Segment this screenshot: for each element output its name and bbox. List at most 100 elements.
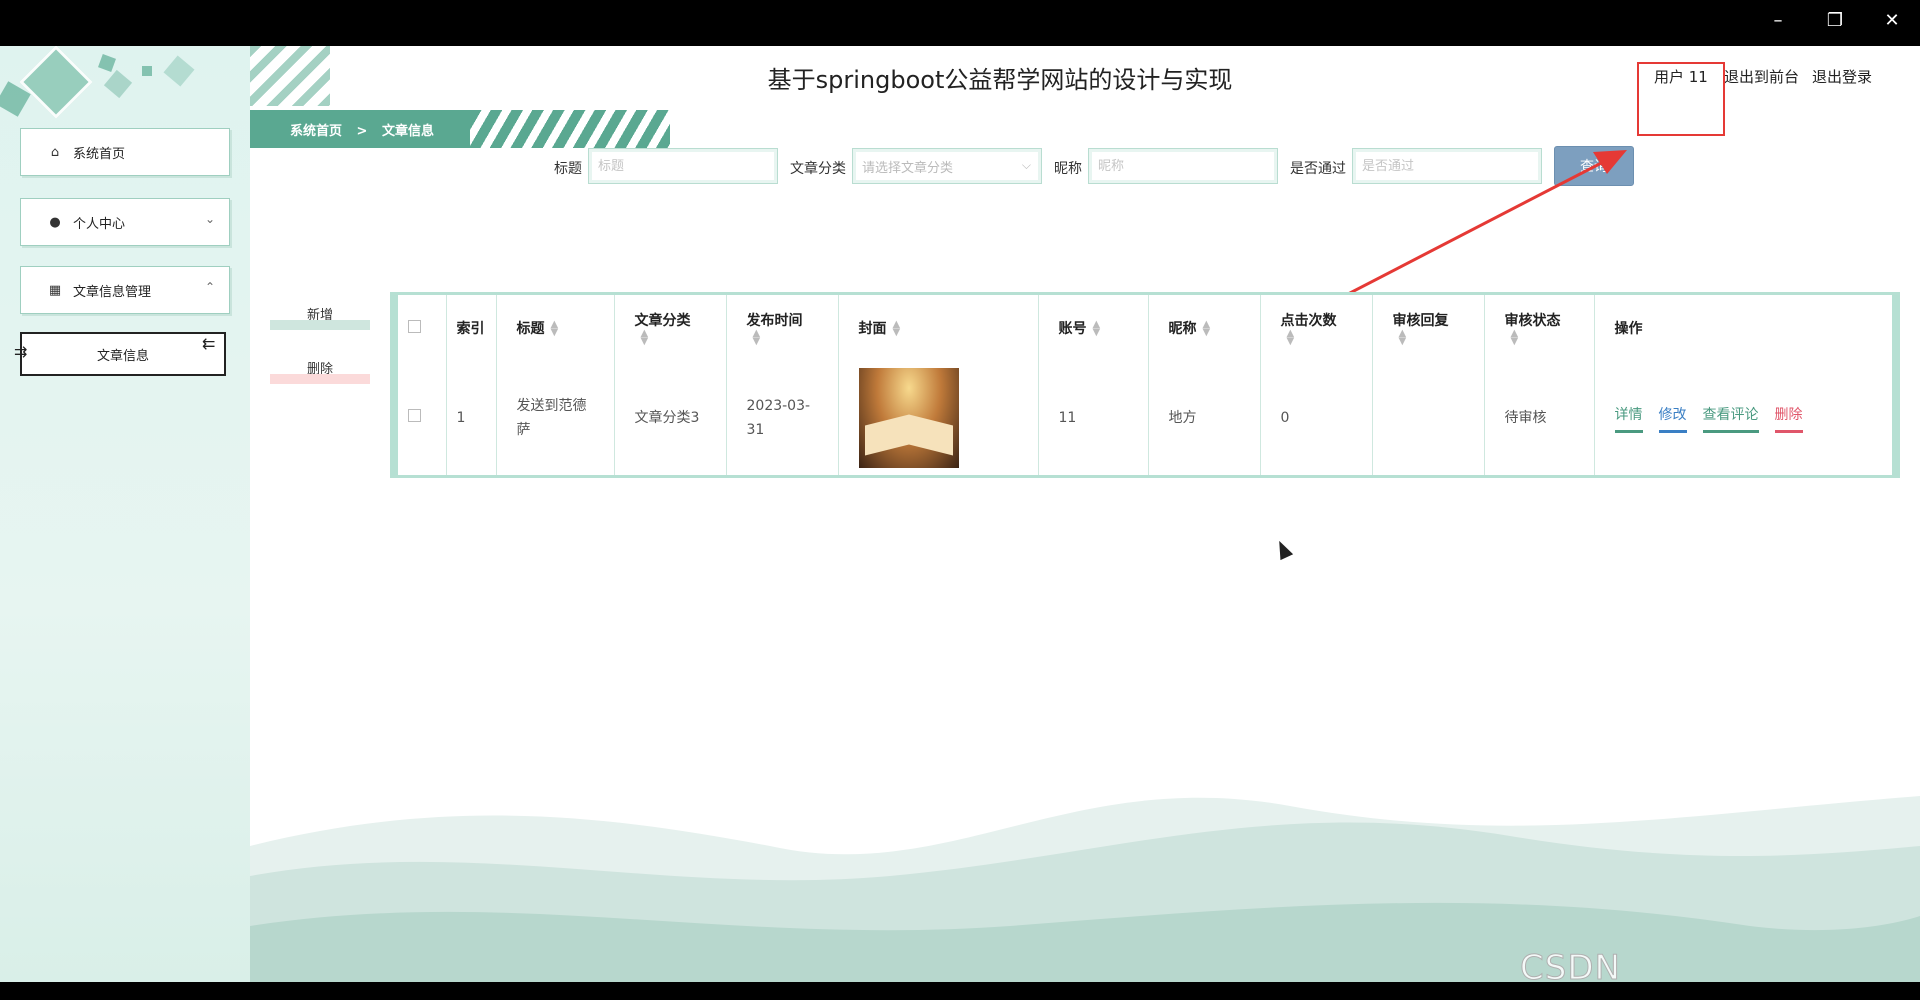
- col-clicks-label: 点击次数: [1280, 313, 1337, 329]
- sort-icon[interactable]: ▲ ▼: [551, 320, 559, 338]
- sidebar-item-label: 文章信息管理: [73, 284, 152, 300]
- nickname-filter-input[interactable]: [1088, 148, 1278, 184]
- select-all-checkbox[interactable]: [408, 319, 421, 333]
- decor-square: [142, 66, 152, 76]
- sort-icon[interactable]: ▲ ▼: [753, 329, 761, 347]
- cell-index: 1: [446, 361, 497, 475]
- sidebar-item-label: 个人中心: [73, 216, 126, 232]
- row-checkbox[interactable]: [408, 409, 421, 422]
- restore-icon[interactable]: ❐: [1815, 6, 1855, 36]
- add-button[interactable]: 新增: [270, 304, 370, 330]
- cell-review-reply: [1372, 361, 1485, 475]
- col-category-label: 文章分类: [634, 313, 691, 329]
- col-nickname[interactable]: 昵称 ▲ ▼: [1148, 295, 1261, 361]
- cell-category: 文章分类3: [614, 361, 727, 475]
- breadcrumb-decor: [470, 110, 670, 148]
- data-table: 索引 标题 ▲ ▼ 文章分类 ▲ ▼ 发布时间 ▲ ▼ 封面 ▲ ▼ 账号 ▲ ▼ 昵称 ▲ ▼ 点击次…: [390, 292, 1900, 478]
- decor-square: [163, 55, 195, 87]
- col-cover[interactable]: 封面 ▲ ▼: [838, 295, 1039, 361]
- category-placeholder: 请选择文章分类: [862, 160, 954, 176]
- logout-link[interactable]: 退出登录: [1812, 66, 1872, 87]
- close-icon[interactable]: ✕: [1872, 6, 1912, 36]
- grid-icon: ▦: [48, 282, 62, 298]
- col-ops: 操作: [1594, 295, 1892, 361]
- mouse-cursor-icon: [1272, 537, 1294, 561]
- delete-button-underline: [270, 374, 370, 384]
- arrow-left-icon: ⇇: [202, 334, 216, 353]
- delete-link[interactable]: 删除: [1774, 403, 1803, 433]
- sort-icon[interactable]: ▲ ▼: [1203, 320, 1211, 338]
- sidebar-item-personal-center[interactable]: ● 个人中心 ⌄: [20, 198, 230, 246]
- exit-to-front-link[interactable]: 退出到前台: [1724, 66, 1799, 87]
- col-publish-time-label: 发布时间: [746, 313, 803, 329]
- col-review-reply-label: 审核回复: [1392, 313, 1449, 329]
- cell-review-status: 待审核: [1484, 361, 1595, 475]
- user-icon: ●: [49, 214, 61, 230]
- category-filter-select[interactable]: 请选择文章分类 ⌵: [852, 148, 1042, 184]
- sort-icon[interactable]: ▲ ▼: [893, 320, 901, 338]
- header-decor-stripes: [250, 46, 330, 106]
- nickname-filter-label: 昵称: [1054, 161, 1082, 177]
- book-page-right: [908, 414, 953, 456]
- cell-clicks: 0: [1260, 361, 1373, 475]
- breadcrumb: 系统首页 > 文章信息: [290, 120, 444, 139]
- col-review-status-label: 审核状态: [1504, 313, 1561, 329]
- window-titlebar: – ❐ ✕: [0, 0, 1920, 46]
- sidebar-subitem-article-info[interactable]: 文章信息: [20, 332, 226, 376]
- table-header-row: 索引 标题 ▲ ▼ 文章分类 ▲ ▼ 发布时间 ▲ ▼ 封面 ▲ ▼ 账号 ▲ ▼ 昵称 ▲ ▼ 点击次…: [398, 295, 1892, 361]
- select-all-cell: [398, 295, 447, 361]
- table-row: 1 发送到范德萨 文章分类3 2023-03-31 11 地方 0 待审核 详情…: [398, 361, 1892, 475]
- col-account-label: 账号: [1058, 321, 1087, 337]
- view-comments-link[interactable]: 查看评论: [1702, 403, 1759, 433]
- sort-icon[interactable]: ▲ ▼: [1399, 329, 1407, 347]
- col-index: 索引: [446, 295, 497, 361]
- cover-image[interactable]: [858, 368, 959, 468]
- col-title[interactable]: 标题 ▲ ▼: [496, 295, 615, 361]
- col-cover-label: 封面: [858, 321, 887, 337]
- col-account[interactable]: 账号 ▲ ▼: [1038, 295, 1149, 361]
- breadcrumb-current: 文章信息: [381, 124, 434, 139]
- chevron-down-icon: ⌵: [1021, 158, 1031, 172]
- sort-icon[interactable]: ▲ ▼: [1287, 329, 1295, 347]
- arrow-right-icon: ⇉: [14, 342, 28, 361]
- detail-link[interactable]: 详情: [1614, 403, 1643, 433]
- decor-square: [103, 69, 133, 99]
- cell-title: 发送到范德萨: [496, 361, 615, 475]
- col-index-label: 索引: [456, 321, 485, 337]
- cell-cover: [838, 361, 1039, 475]
- cell-ops: 详情 修改 查看评论 删除: [1594, 361, 1892, 475]
- col-clicks[interactable]: 点击次数 ▲ ▼: [1260, 295, 1373, 361]
- col-title-label: 标题: [516, 321, 545, 337]
- cell-publish-time: 2023-03-31: [726, 361, 839, 475]
- sort-icon[interactable]: ▲ ▼: [1093, 320, 1101, 338]
- col-review-reply[interactable]: 审核回复 ▲ ▼: [1372, 295, 1485, 361]
- title-filter-input[interactable]: [588, 148, 778, 184]
- sidebar-item-home[interactable]: ⌂ 系统首页: [20, 128, 230, 176]
- row-select-cell: [398, 361, 447, 475]
- cell-account: 11: [1038, 361, 1149, 475]
- col-review-status[interactable]: 审核状态 ▲ ▼: [1484, 295, 1595, 361]
- col-category[interactable]: 文章分类 ▲ ▼: [614, 295, 727, 361]
- breadcrumb-home[interactable]: 系统首页: [290, 124, 342, 139]
- minimize-icon[interactable]: –: [1758, 6, 1798, 36]
- edit-link[interactable]: 修改: [1658, 403, 1687, 433]
- sidebar-item-article-management[interactable]: ▦ 文章信息管理 ⌃: [20, 266, 230, 314]
- window-bottom-border: [0, 982, 1920, 1000]
- col-ops-label: 操作: [1614, 321, 1643, 337]
- page-title: 基于springboot公益帮学网站的设计与实现: [767, 66, 1233, 94]
- sort-icon[interactable]: ▲ ▼: [1511, 329, 1519, 347]
- delete-button[interactable]: 删除: [270, 358, 370, 384]
- home-icon: ⌂: [50, 144, 60, 160]
- category-filter-label: 文章分类: [790, 161, 846, 177]
- decor-diamond: [19, 46, 93, 119]
- sort-icon[interactable]: ▲ ▼: [641, 329, 649, 347]
- chevron-up-icon: ⌃: [204, 280, 215, 294]
- sidebar-subitem-label: 文章信息: [96, 348, 149, 364]
- sidebar-item-label: 系统首页: [73, 146, 126, 162]
- decor-square: [98, 54, 116, 72]
- title-filter-label: 标题: [554, 161, 582, 177]
- col-publish-time[interactable]: 发布时间 ▲ ▼: [726, 295, 839, 361]
- watermark: CSDN @QQ860660016: [1520, 948, 1621, 983]
- book-page-left: [864, 414, 909, 456]
- add-button-underline: [270, 320, 370, 330]
